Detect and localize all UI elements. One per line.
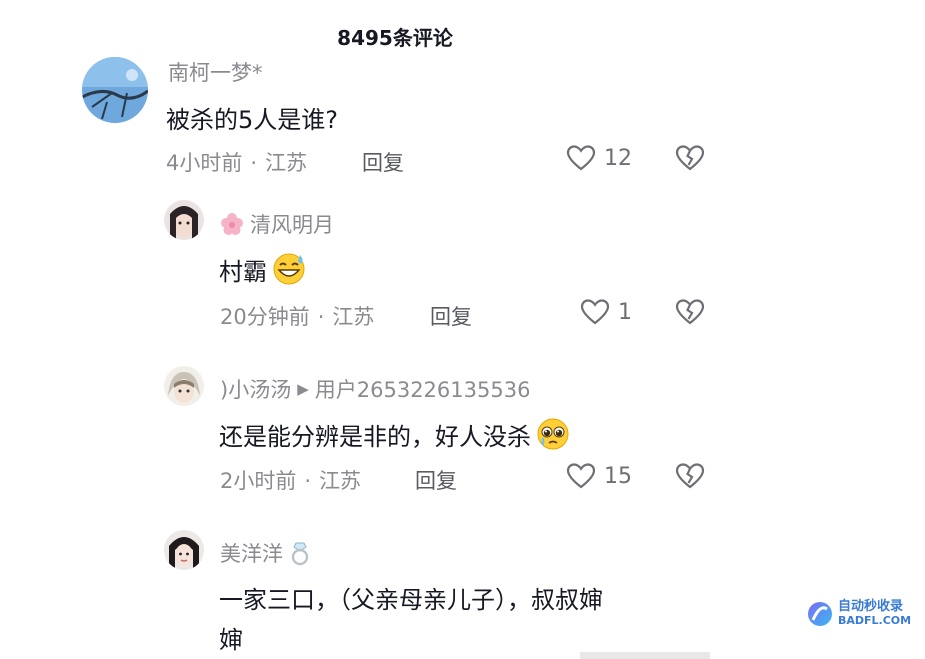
comment-text: 被杀的5人是谁?	[166, 100, 338, 135]
separator-dot: ·	[317, 305, 325, 329]
like-count: 15	[604, 463, 632, 489]
broken-heart-icon	[675, 463, 705, 489]
location: 江苏	[265, 151, 308, 175]
heart-icon	[566, 145, 596, 171]
broken-heart-icon	[675, 145, 705, 171]
comment-text-line1: 一家三口，（父亲母亲儿子），叔叔婶	[219, 586, 603, 614]
timestamp: 4小时前	[166, 151, 243, 175]
username[interactable]: 清风明月	[220, 209, 334, 239]
comment-meta: 4小时前 · 江苏	[166, 147, 307, 177]
play-arrow-icon: ▶	[297, 380, 309, 398]
separator-dot: ·	[304, 469, 312, 493]
like-count: 12	[604, 145, 632, 171]
reply-to-username: 用户2653226135536	[314, 378, 531, 402]
like-button[interactable]: 12	[566, 144, 632, 172]
watermark: 自动秒收录 BADFL.COM	[806, 600, 911, 628]
comment-text: 还是能分辨是非的，好人没杀	[219, 416, 571, 452]
separator-dot: ·	[250, 151, 258, 175]
reply-button[interactable]: 回复	[430, 301, 472, 331]
watermark-line1: 自动秒收录	[838, 599, 904, 614]
comment-text-line2: 婶	[219, 626, 243, 654]
cutoff-text-fragment	[580, 652, 710, 659]
grin-sweat-emoji	[273, 253, 305, 285]
comment-text-span: 村霸	[219, 257, 267, 286]
comment-text-span: 还是能分辨是非的，好人没杀	[219, 422, 531, 451]
username[interactable]: 美洋洋	[220, 538, 311, 568]
heart-icon	[580, 299, 610, 325]
like-button[interactable]: 1	[580, 298, 632, 326]
reply-button[interactable]: 回复	[362, 147, 404, 177]
dislike-button[interactable]	[675, 144, 705, 176]
like-count: 1	[618, 299, 632, 325]
username-text: 清风明月	[250, 213, 334, 237]
comment-meta: 20分钟前 · 江苏	[220, 301, 374, 331]
pleading-emoji	[537, 418, 569, 450]
timestamp: 20分钟前	[220, 305, 310, 329]
comment-text-continued: 婶	[219, 620, 243, 655]
comment-meta: 2小时前 · 江苏	[220, 465, 361, 495]
comment-count-title: 8495条评论	[337, 26, 453, 50]
timestamp: 2小时前	[220, 469, 297, 493]
location: 江苏	[319, 469, 362, 493]
username-text: 南柯一梦*	[168, 61, 263, 85]
reply-button[interactable]: 回复	[415, 465, 457, 495]
heart-icon	[566, 463, 596, 489]
username-text: 美洋洋	[220, 542, 283, 566]
avatar[interactable]	[164, 366, 204, 406]
like-button[interactable]: 15	[566, 462, 632, 490]
comment-text: 一家三口，（父亲母亲儿子），叔叔婶	[219, 580, 603, 615]
avatar[interactable]	[82, 57, 148, 123]
username[interactable]: 南柯一梦*	[168, 57, 263, 87]
ring-emoji	[291, 542, 309, 566]
dislike-button[interactable]	[675, 298, 705, 330]
avatar[interactable]	[164, 200, 204, 240]
comment-text-span: 被杀的5人是谁?	[166, 106, 339, 134]
avatar[interactable]	[164, 530, 204, 570]
comment-text: 村霸	[219, 251, 307, 287]
watermark-line2: BADFL.COM	[838, 614, 912, 627]
username-text: )小汤汤	[220, 378, 292, 402]
location: 江苏	[332, 305, 375, 329]
broken-heart-icon	[675, 299, 705, 325]
username[interactable]: )小汤汤 ▶ 用户2653226135536	[220, 374, 530, 404]
dislike-button[interactable]	[675, 462, 705, 494]
watermark-logo-icon	[808, 602, 832, 626]
cherry-blossom-icon	[221, 213, 243, 235]
